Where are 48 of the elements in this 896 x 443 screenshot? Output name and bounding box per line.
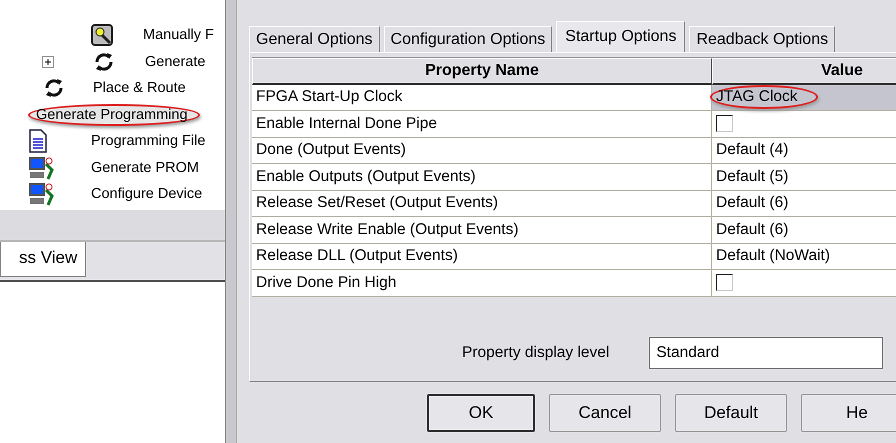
property-name-cell: Enable Internal Done Pipe — [252, 111, 712, 138]
dialog-button[interactable]: He — [801, 394, 896, 432]
dialog-button[interactable]: Default — [675, 394, 787, 432]
tree-item[interactable]: Place & Route — [90, 79, 189, 98]
display-level-dropdown[interactable]: Standard — [649, 337, 884, 369]
property-name-cell: Enable Outputs (Output Events) — [252, 164, 712, 190]
property-value: Default (6) — [716, 194, 788, 212]
display-level-label: Property display level — [462, 344, 610, 362]
property-value: Default (4) — [716, 141, 788, 160]
value-cell[interactable]: JTAG Clock — [712, 84, 896, 111]
column-header[interactable]: Value — [712, 58, 896, 84]
property-name-cell: Release Write Enable (Output Events) — [252, 217, 712, 244]
dialog-button[interactable]: OK — [427, 394, 535, 432]
options-tab[interactable]: Readback Options — [689, 26, 836, 52]
document-icon — [28, 129, 48, 154]
tree-item[interactable]: Generate — [142, 52, 208, 71]
checkbox[interactable] — [716, 115, 733, 132]
property-value: Default (5) — [716, 168, 788, 186]
tool-icon — [90, 23, 114, 48]
tree-item[interactable]: Programming File — [88, 132, 208, 150]
view-tab[interactable]: ss View — [0, 242, 86, 277]
value-cell[interactable]: Default (6) — [712, 217, 896, 244]
property-name-cell: Done (Output Events) — [252, 138, 712, 164]
options-tab[interactable]: Configuration Options — [384, 26, 552, 52]
property-value: Default (6) — [716, 220, 788, 239]
tree-item[interactable]: Configure Device — [88, 185, 206, 204]
tree-item[interactable]: Generate Programming — [28, 104, 200, 126]
property-name-cell: FPGA Start-Up Clock — [252, 84, 712, 111]
dialog-button[interactable]: Cancel — [549, 394, 661, 432]
options-tab[interactable]: Startup Options — [556, 21, 686, 52]
tree-item[interactable]: Generate PROM — [88, 158, 202, 177]
plus-icon — [44, 58, 52, 66]
options-tab[interactable]: General Options — [249, 26, 380, 52]
computer-icon — [28, 182, 54, 206]
expand-button[interactable] — [42, 56, 54, 68]
checkbox[interactable] — [716, 274, 733, 292]
computer-icon — [28, 156, 54, 180]
value-cell[interactable]: Default (NoWait) — [712, 244, 896, 270]
property-name-cell: Release Set/Reset (Output Events) — [252, 190, 712, 217]
value-cell[interactable]: Default (4) — [712, 138, 896, 164]
column-header[interactable]: Property Name — [252, 58, 712, 84]
property-name-cell: Drive Done Pin High — [252, 270, 712, 296]
tree-item[interactable]: Manually F — [140, 26, 217, 44]
property-value: Default (NoWait) — [716, 247, 830, 266]
value-cell[interactable]: Default (5) — [712, 164, 896, 190]
property-name-cell: Release DLL (Output Events) — [252, 244, 712, 270]
value-cell[interactable]: Default (6) — [712, 190, 896, 217]
property-value: JTAG Clock — [710, 85, 818, 110]
